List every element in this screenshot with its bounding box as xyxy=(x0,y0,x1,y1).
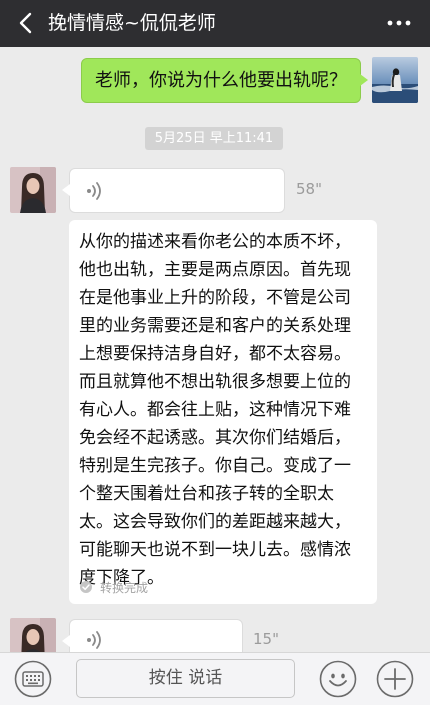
more-dots-icon[interactable] xyxy=(386,16,412,30)
plus-icon[interactable] xyxy=(376,660,414,698)
voice-wave-icon xyxy=(87,631,101,649)
teacher-avatar[interactable] xyxy=(10,167,56,213)
check-circle-icon xyxy=(80,581,92,593)
hold-to-talk-button[interactable]: 按住 说话 xyxy=(76,659,295,698)
voice-message-bubble[interactable] xyxy=(62,168,285,213)
voice-duration: 15" xyxy=(253,630,279,648)
voice-duration: 58" xyxy=(296,180,322,198)
emoji-icon[interactable] xyxy=(319,660,357,698)
conversion-status-text: 转换完成 xyxy=(100,581,149,595)
chat-title: 挽情情感~侃侃老师 xyxy=(48,12,216,34)
message-timestamp: 5月25日 早上11:41 xyxy=(145,127,283,150)
avatar-image-icon xyxy=(372,57,418,103)
my-avatar[interactable] xyxy=(372,57,418,103)
outgoing-message-bubble[interactable]: 老师，你说为什么他要出轨呢？ xyxy=(81,58,368,103)
input-toolbar: 按住 说话 xyxy=(0,652,430,705)
keyboard-icon[interactable] xyxy=(14,660,52,698)
outgoing-message-text: 老师，你说为什么他要出轨呢？ xyxy=(95,70,347,91)
avatar-image-icon xyxy=(10,167,56,213)
chat-header: 挽情情感~侃侃老师 xyxy=(0,0,430,47)
voice-transcript-bubble[interactable]: 从你的描述来看你老公的本质不坏，他也出轨，主要是两点原因。首先现在是他事业上升的… xyxy=(69,220,377,604)
voice-wave-icon xyxy=(87,182,101,200)
chevron-left-icon[interactable] xyxy=(14,10,40,36)
voice-transcript-text: 从你的描述来看你老公的本质不坏，他也出轨，主要是两点原因。首先现在是他事业上升的… xyxy=(79,232,351,588)
